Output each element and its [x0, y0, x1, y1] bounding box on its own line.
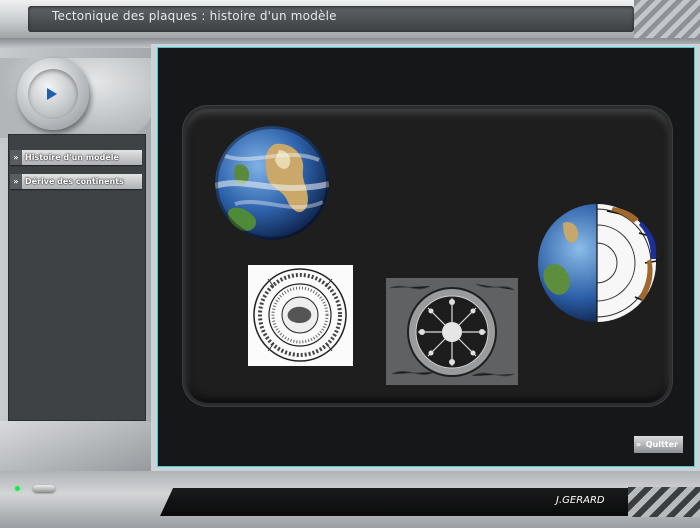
earth-cross-section-image: [535, 203, 659, 323]
quit-button[interactable]: » Quitter: [634, 436, 683, 453]
status-led-icon: [15, 486, 20, 491]
corner-grille: [634, 0, 700, 38]
play-icon[interactable]: [47, 88, 57, 100]
author-credit: J.GERARD: [556, 495, 605, 506]
historical-engraving-image: [248, 265, 353, 366]
pill-indicator: [33, 485, 55, 492]
double-chevron-right-icon: »: [10, 150, 22, 165]
sidebar-item-label: Histoire d'un modèle: [25, 153, 119, 162]
quit-button-label: Quitter: [645, 440, 678, 449]
earth-globe-image: [215, 126, 329, 240]
sidebar-item-label: Dérive des continents: [25, 177, 124, 186]
double-chevron-right-icon: »: [10, 174, 22, 189]
sidebar-item-derive[interactable]: » Dérive des continents: [10, 174, 142, 189]
bottom-grille: [628, 487, 700, 517]
sidebar-item-histoire[interactable]: » Histoire d'un modèle: [10, 150, 142, 165]
window-title: Tectonique des plaques : histoire d'un m…: [52, 9, 337, 23]
kircher-earth-engraving-image: [386, 278, 518, 385]
double-chevron-right-icon: »: [636, 440, 642, 449]
